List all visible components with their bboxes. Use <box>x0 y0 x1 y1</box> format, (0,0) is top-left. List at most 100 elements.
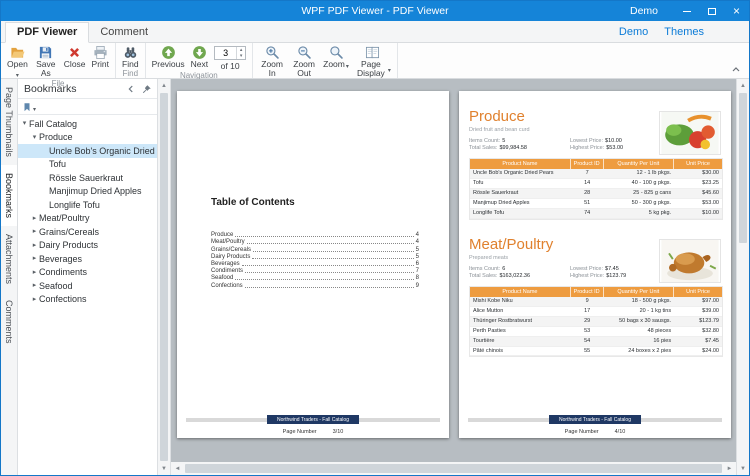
toc-entry[interactable]: Condiments7 <box>211 267 419 274</box>
toc-entry[interactable]: Beverages6 <box>211 260 419 267</box>
toc-entry[interactable]: Dairy Products5 <box>211 253 419 260</box>
collapse-panel-button[interactable] <box>124 82 138 96</box>
toc-list: Produce4 Meat/Poultry4 Grains/Cereals5 D… <box>211 231 419 289</box>
vertical-scrollbar[interactable]: ▲ ▼ <box>736 79 749 475</box>
save-as-button[interactable]: Save As <box>31 44 61 79</box>
bookmark-item[interactable]: Manjimup Dried Apples <box>18 185 157 199</box>
next-page-button[interactable]: Next <box>188 44 211 71</box>
toc-entry[interactable]: Grains/Cereals5 <box>211 245 419 252</box>
bookmark-item[interactable]: Fall Catalog <box>18 117 157 131</box>
save-icon <box>38 45 53 60</box>
ribbon-group-find: Find Find <box>116 43 146 78</box>
toc-entry[interactable]: Confections9 <box>211 281 419 288</box>
footer-band: Northwind Traders - Fall Catalog <box>267 415 359 424</box>
toc-entry[interactable]: Produce4 <box>211 231 419 238</box>
bookmark-item[interactable]: Rössle Sauerkraut <box>18 171 157 185</box>
document-canvas[interactable]: Table of Contents Produce4 Meat/Poultry4… <box>171 79 736 475</box>
tab-page-thumbnails[interactable]: Page Thumbnails <box>1 79 17 165</box>
horizontal-scrollbar[interactable]: ◄ ► <box>171 462 736 475</box>
tab-bookmarks[interactable]: Bookmarks <box>1 165 17 226</box>
expander-icon[interactable] <box>30 269 39 276</box>
themes-link[interactable]: Themes <box>657 24 711 40</box>
current-page-input[interactable] <box>215 47 236 59</box>
main-area: Page Thumbnails Bookmarks Attachments Co… <box>1 79 749 475</box>
find-button[interactable]: Find <box>119 44 142 69</box>
dropdown-caret-icon <box>388 64 391 74</box>
bookmarks-tree: Fall Catalog Produce Uncle Bob's Organic… <box>18 115 157 475</box>
ribbon-collapse-button[interactable] <box>728 63 744 75</box>
bookmark-item[interactable]: Dairy Products <box>18 239 157 253</box>
expander-icon[interactable] <box>20 120 29 127</box>
dropdown-caret-icon <box>16 69 19 79</box>
expander-icon[interactable] <box>30 228 39 235</box>
bookmark-item-selected[interactable]: Uncle Bob's Organic Dried Pears <box>18 144 157 158</box>
page-footer: Northwind Traders - Fall Catalog <box>186 415 440 424</box>
demo-link[interactable]: Demo <box>612 24 655 40</box>
zoom-button[interactable]: Zoom <box>320 44 352 78</box>
tab-attachments[interactable]: Attachments <box>1 226 17 292</box>
pdf-page-catalog[interactable]: Produce Dried fruit and bean curd Items … <box>459 91 731 438</box>
tab-comment[interactable]: Comment <box>89 23 159 42</box>
meat-poultry-section: Meat/Poultry Prepared meats Items Count:… <box>469 237 723 357</box>
bookmark-item[interactable]: Longlife Tofu <box>18 198 157 212</box>
toc-entry[interactable]: Seafood8 <box>211 274 419 281</box>
bookmark-item[interactable]: Beverages <box>18 252 157 266</box>
minimize-button[interactable] <box>674 1 699 21</box>
bookmark-item[interactable]: Grains/Cereals <box>18 225 157 239</box>
pin-panel-button[interactable] <box>140 82 154 96</box>
bookmark-item[interactable]: Confections <box>18 293 157 307</box>
toc-entry[interactable]: Meat/Poultry4 <box>211 238 419 245</box>
bookmark-item[interactable]: Meat/Poultry <box>18 212 157 226</box>
bookmarks-scrollbar[interactable]: ▲ ▼ <box>158 79 171 475</box>
produce-table: Product Name Product ID Quantity Per Uni… <box>469 158 723 219</box>
scroll-left-icon[interactable]: ◄ <box>171 462 184 475</box>
toc-leader <box>245 287 414 288</box>
next-arrow-icon <box>192 45 207 60</box>
expander-icon[interactable] <box>30 242 39 249</box>
poultry-photo <box>659 239 721 283</box>
ribbon-tab-row: PDF Viewer Comment Demo Themes <box>1 21 749 43</box>
scrollbar-thumb[interactable] <box>160 93 168 461</box>
print-button[interactable]: Print <box>89 44 112 79</box>
bookmark-item[interactable]: Condiments <box>18 266 157 280</box>
tab-comments[interactable]: Comments <box>1 292 17 352</box>
toc-leader <box>253 251 414 252</box>
meat-poultry-table: Product Name Product ID Quantity Per Uni… <box>469 286 723 357</box>
tab-pdf-viewer[interactable]: PDF Viewer <box>5 22 89 43</box>
scrollbar-thumb[interactable] <box>185 464 722 473</box>
bookmarks-toolbar <box>18 98 157 115</box>
title-bar: WPF PDF Viewer - PDF Viewer Demo × <box>1 1 749 21</box>
previous-page-button[interactable]: Previous <box>149 44 188 71</box>
bookmark-options-button[interactable] <box>22 98 36 116</box>
toc-leader <box>247 243 414 244</box>
zoom-in-button[interactable]: Zoom In <box>256 44 288 78</box>
scroll-down-icon[interactable]: ▼ <box>737 462 749 475</box>
ribbon-group-file: Open Save As Close Print File <box>1 43 116 78</box>
scroll-up-icon[interactable]: ▲ <box>158 79 170 92</box>
expander-icon[interactable] <box>30 215 39 222</box>
page-count-label: of 10 <box>221 61 240 71</box>
bookmark-item[interactable]: Seafood <box>18 279 157 293</box>
page-spin-buttons[interactable]: ▴▾ <box>236 47 245 59</box>
scroll-down-icon[interactable]: ▼ <box>158 462 170 475</box>
bookmark-item[interactable]: Produce <box>18 131 157 145</box>
expander-icon[interactable] <box>30 282 39 289</box>
zoom-out-button[interactable]: Zoom Out <box>288 44 320 78</box>
page-display-button[interactable]: Page Display <box>352 44 394 78</box>
scroll-right-icon[interactable]: ► <box>723 462 736 475</box>
expander-icon[interactable] <box>30 134 39 141</box>
pdf-page-toc[interactable]: Table of Contents Produce4 Meat/Poultry4… <box>177 91 449 438</box>
expander-icon[interactable] <box>30 255 39 262</box>
page-display-icon <box>365 45 380 60</box>
maximize-button[interactable] <box>699 1 724 21</box>
close-document-button[interactable]: Close <box>61 44 89 79</box>
scroll-up-icon[interactable]: ▲ <box>737 79 749 92</box>
bookmark-item[interactable]: Tofu <box>18 158 157 172</box>
expander-icon[interactable] <box>30 296 39 303</box>
table-row: Perth Pasties5348 pieces$32.80 <box>470 327 722 337</box>
scrollbar-thumb[interactable] <box>739 93 747 243</box>
spin-down-icon[interactable]: ▾ <box>237 53 245 59</box>
toc-leader <box>245 272 414 273</box>
close-window-button[interactable]: × <box>724 1 749 21</box>
open-button[interactable]: Open <box>4 44 31 79</box>
